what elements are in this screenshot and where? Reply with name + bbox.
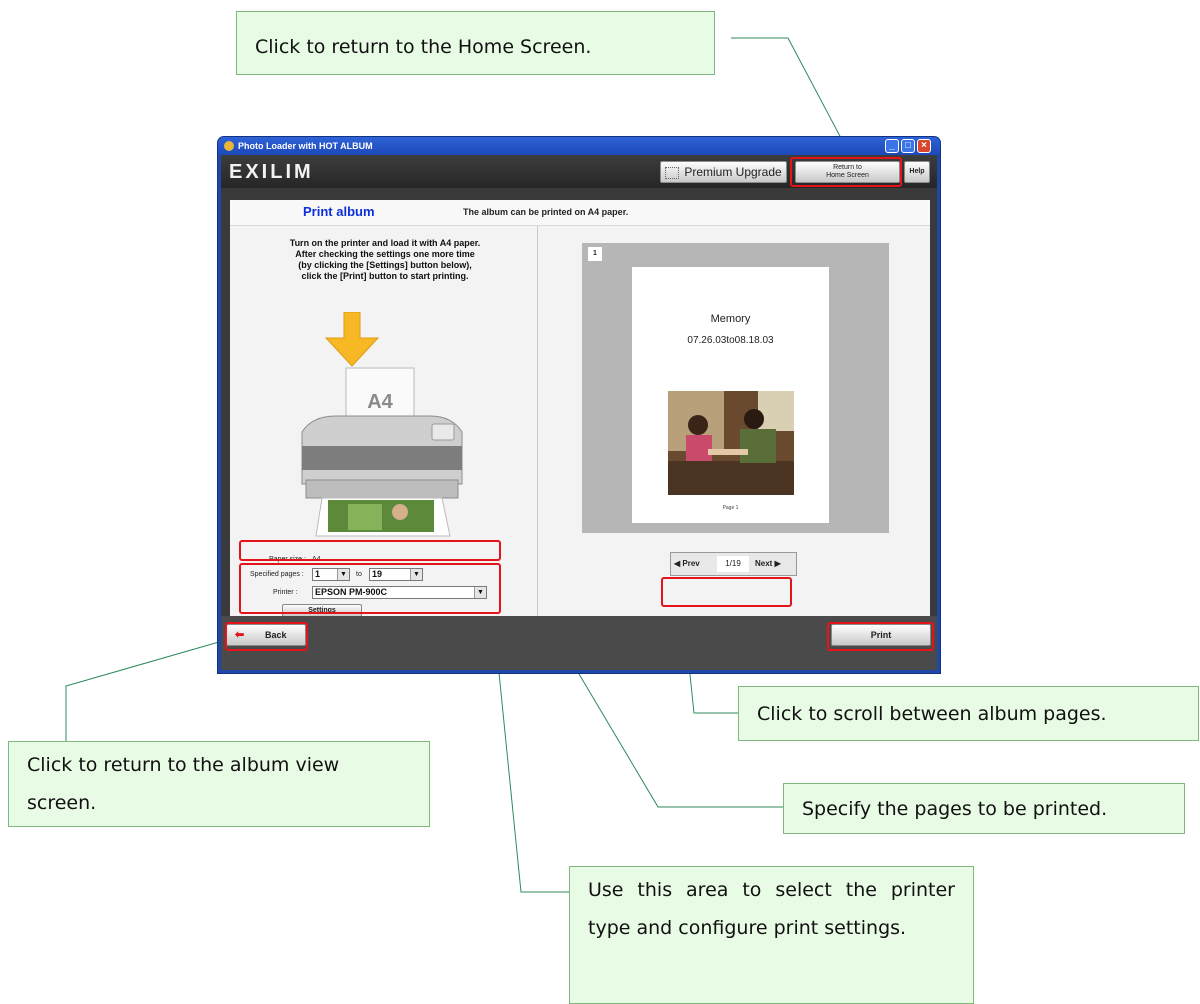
callout-specify-pages: Specify the pages to be printed. (783, 783, 1185, 834)
paper-size-value: A4 (312, 556, 321, 563)
prev-page-button[interactable]: ◀ Prev (674, 556, 700, 572)
return-home-button[interactable]: Return to Home Screen (795, 161, 900, 183)
premium-upgrade-label: Premium Upgrade (684, 165, 782, 179)
window-title: Photo Loader with HOT ALBUM (238, 141, 373, 151)
page-description: The album can be printed on A4 paper. (463, 207, 629, 217)
to-label: to (356, 571, 362, 578)
album-page-footer: Page 1 (722, 505, 739, 511)
app-window: Photo Loader with HOT ALBUM _ □ × EXILIM… (218, 137, 940, 673)
callout-back-text: Click to return to the album view screen… (27, 754, 340, 814)
callout-scroll-pages: Click to scroll between album pages. (738, 686, 1199, 741)
app-footer: ⬅ Back Print (221, 616, 937, 670)
print-settings-panel: Turn on the printer and load it with A4 … (230, 226, 538, 617)
exilim-logo: EXILIM (229, 161, 314, 183)
instruction-line: (by clicking the [Settings] button below… (298, 260, 472, 270)
preview-page-number: 1 (588, 247, 602, 261)
callout-scroll-text: Click to scroll between album pages. (757, 703, 1107, 725)
instruction-line: After checking the settings one more tim… (295, 249, 475, 259)
album-date-range: 07.26.03to08.18.03 (687, 335, 774, 346)
print-button[interactable]: Print (831, 624, 931, 646)
return-home-label-2: Home Screen (826, 172, 869, 179)
chevron-down-icon: ▼ (410, 569, 422, 580)
next-page-button[interactable]: Next ▶ (755, 556, 781, 572)
page-preview-area: 1 Memory 07.26.03to08.18.03 Page 1 (582, 243, 889, 533)
print-instructions: Turn on the printer and load it with A4 … (250, 238, 520, 282)
prev-label: Prev (682, 559, 700, 568)
to-page-value: 19 (372, 569, 383, 579)
printer-label: Printer : (273, 589, 298, 596)
return-home-label-1: Return to (833, 164, 862, 171)
printer-select[interactable]: EPSON PM-900C ▼ (312, 586, 487, 599)
from-page-value: 1 (315, 569, 321, 579)
app-icon (224, 141, 234, 151)
page-counter: 1/19 (717, 556, 749, 572)
paper-a4-label: A4 (367, 391, 393, 413)
chevron-down-icon: ▼ (337, 569, 349, 580)
maximize-icon[interactable]: □ (901, 139, 915, 153)
settings-button-label: Settings (308, 607, 336, 614)
help-label: Help (909, 168, 925, 175)
callout-pages-text: Specify the pages to be printed. (802, 798, 1108, 820)
callout-home-screen: Click to return to the Home Screen. (236, 11, 715, 75)
printer-value: EPSON PM-900C (315, 587, 388, 597)
premium-upgrade-button[interactable]: Premium Upgrade (660, 161, 787, 183)
instruction-line: click the [Print] button to start printi… (301, 271, 469, 281)
printer-illustration: A4 (301, 312, 463, 537)
next-label: Next (755, 559, 773, 568)
page-topbar: Print album The album can be printed on … (230, 200, 930, 226)
close-icon[interactable]: × (917, 139, 931, 153)
back-button[interactable]: ⬅ Back (226, 624, 306, 646)
from-page-select[interactable]: 1 ▼ (312, 568, 350, 581)
minimize-icon[interactable]: _ (885, 139, 899, 153)
instruction-line: Turn on the printer and load it with A4 … (289, 238, 481, 248)
album-page-sheet: Memory 07.26.03to08.18.03 Page 1 (632, 267, 829, 523)
premium-upgrade-icon (665, 166, 680, 179)
title-bar: Photo Loader with HOT ALBUM _ □ × (218, 137, 940, 155)
back-arrow-icon: ⬅ (235, 629, 245, 641)
callout-printer-text: Use this area to select the printer type… (588, 879, 955, 939)
callout-home-text: Click to return to the Home Screen. (255, 36, 592, 58)
paper-size-label: Paper size : (269, 556, 306, 563)
app-body: EXILIM Premium Upgrade Return to Home Sc… (221, 155, 937, 670)
callout-back: Click to return to the album view screen… (8, 741, 430, 827)
page-navigation: ◀ Prev 1/19 Next ▶ (670, 552, 797, 576)
callout-printer-area: Use this area to select the printer type… (569, 866, 974, 1004)
print-label: Print (870, 630, 892, 640)
album-title: Memory (710, 313, 751, 325)
app-header: EXILIM Premium Upgrade Return to Home Sc… (221, 155, 937, 188)
help-button[interactable]: Help (904, 161, 930, 183)
back-label: Back (265, 630, 287, 640)
to-page-select[interactable]: 19 ▼ (369, 568, 423, 581)
page-title: Print album (303, 204, 375, 219)
page-counter-value: 1/19 (725, 559, 741, 568)
chevron-down-icon: ▼ (474, 587, 486, 598)
album-photo (668, 391, 794, 495)
preview-panel: 1 Memory 07.26.03to08.18.03 Page 1 ◀ Pre… (538, 226, 930, 616)
main-content: Print album The album can be printed on … (230, 200, 930, 617)
specified-pages-label: Specified pages : (250, 571, 304, 578)
